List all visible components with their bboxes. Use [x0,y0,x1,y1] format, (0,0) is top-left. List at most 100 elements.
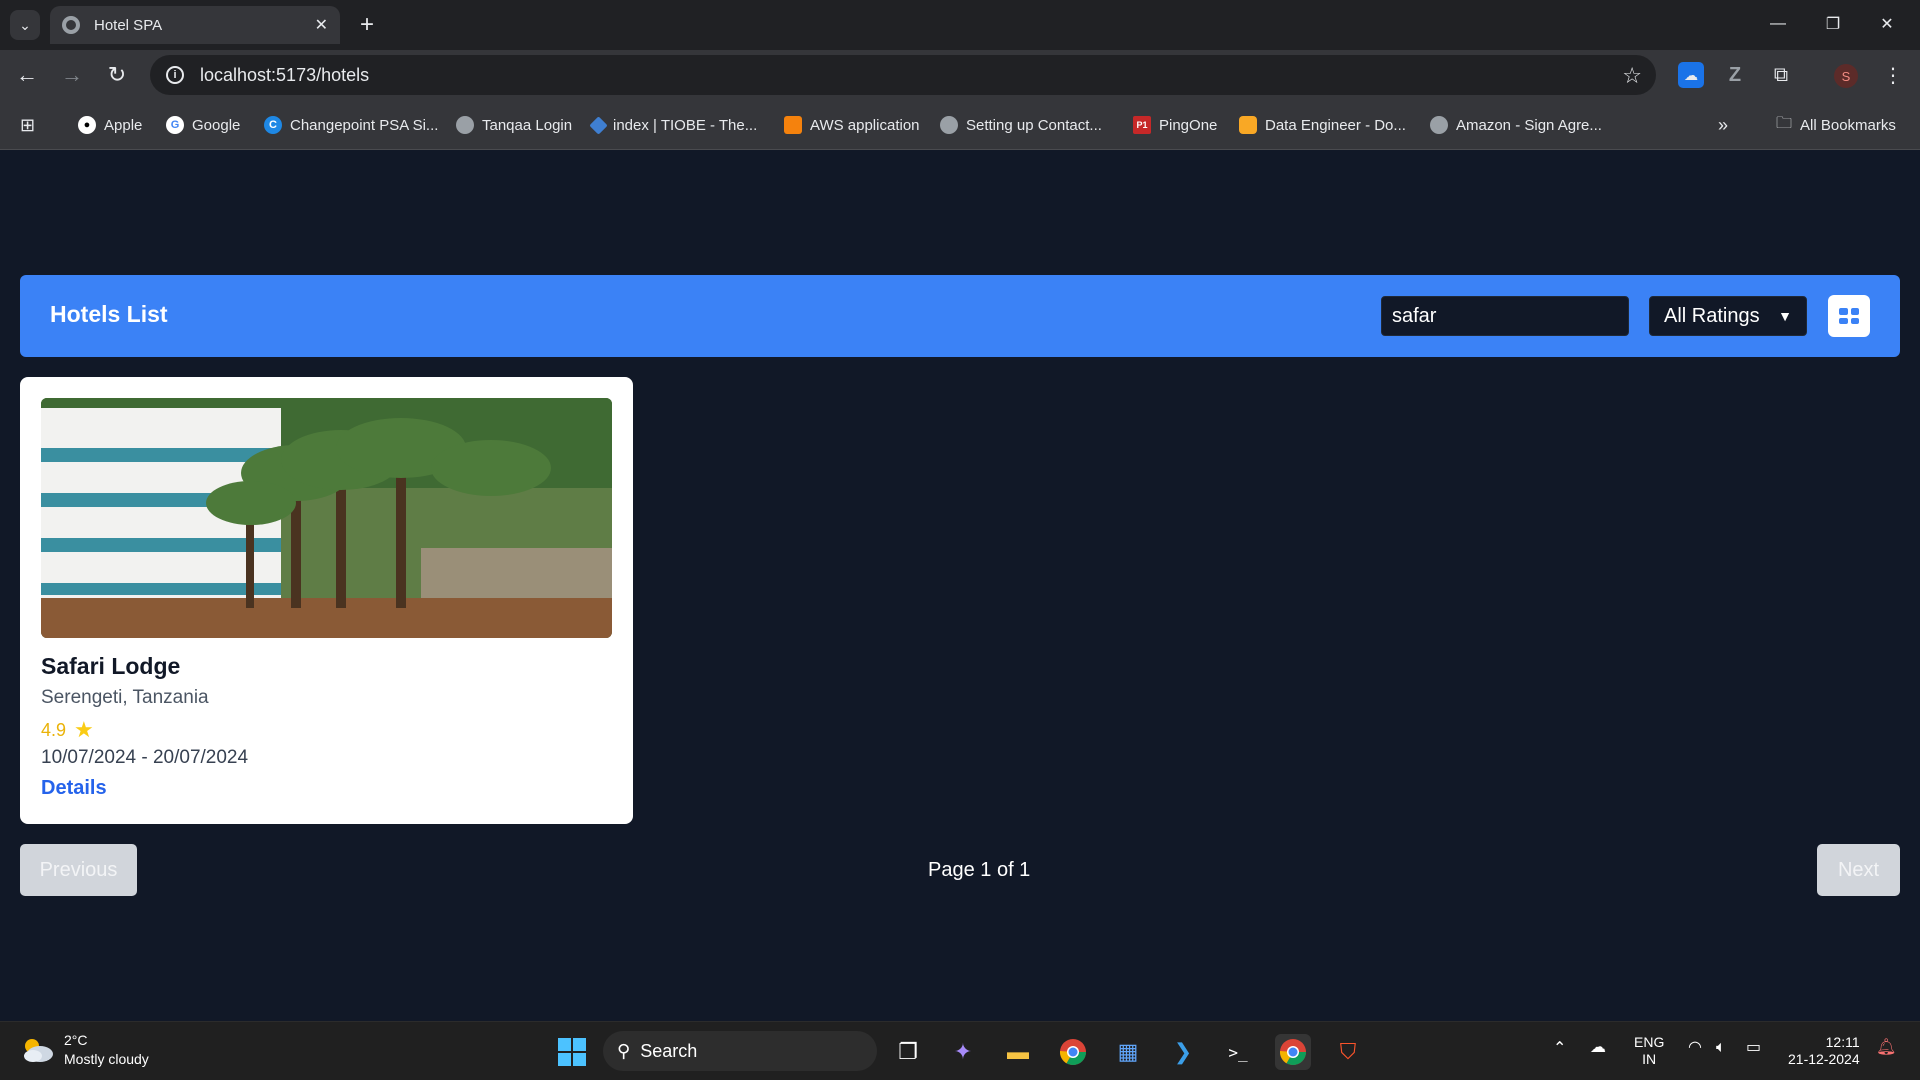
hotel-name: Safari Lodge [41,653,181,679]
search-input[interactable] [1381,296,1629,336]
vscode-icon[interactable]: ❯ [1165,1034,1201,1070]
weather-desc: Mostly cloudy [64,1051,149,1067]
browser-tab-bar: ⌄ Hotel SPA ✕ + — ❐ ✕ [0,0,1920,50]
globe-icon [456,116,474,134]
time: 12:11 [1825,1034,1860,1050]
app-page: Hotels List All Ratings ▼ [0,151,1920,1021]
bookmark-contact[interactable]: Setting up Contact... [940,114,1102,136]
weather-temp: 2°C [64,1032,88,1048]
file-explorer-icon[interactable]: ▬ [1000,1034,1036,1070]
bookmark-label: Data Engineer - Do... [1265,116,1406,134]
site-info-icon[interactable]: i [166,66,184,84]
weather-widget[interactable]: 2°C Mostly cloudy [20,1031,149,1069]
region-code: IN [1642,1051,1657,1067]
address-bar[interactable]: i localhost:5173/hotels ☆ [150,55,1656,95]
url-text: localhost:5173/hotels [200,64,370,85]
bookmarks-bar: ⊞ ● Apple G Google C Changepoint PSA Si... … [0,100,1920,150]
reload-button[interactable]: ↻ [100,60,134,90]
page-info: Page 1 of 1 [928,859,1031,881]
all-bookmarks-folder[interactable]: 🗀 All Bookmarks [1776,114,1896,136]
chevron-down-icon: ▼ [1778,308,1792,324]
taskbar-search[interactable]: ⚲ Search [603,1031,877,1071]
task-view-icon[interactable]: ❐ [890,1034,926,1070]
restore-icon[interactable]: ❐ [1810,8,1856,40]
windows-start-icon[interactable] [554,1034,590,1070]
folder-icon: 🗀 [1776,114,1793,132]
next-button[interactable]: Next [1817,844,1900,896]
pingone-icon: P1 [1133,116,1151,134]
profile-avatar[interactable]: S [1834,64,1858,88]
close-tab-icon[interactable]: ✕ [315,15,328,35]
google-icon: G [166,116,184,134]
language-code: ENG [1634,1034,1665,1050]
bookmark-pingone[interactable]: P1 PingOne [1133,114,1217,136]
microsoft-store-icon[interactable]: ▦ [1110,1034,1146,1070]
more-bookmarks-icon[interactable]: » [1718,114,1728,136]
notification-bell-icon[interactable]: 🔔︎ [1876,1039,1896,1056]
back-button[interactable]: ← [10,60,44,90]
bookmark-label: Setting up Contact... [966,116,1102,134]
battery-icon[interactable]: ▭ [1746,1039,1761,1056]
taskbar-search-label: Search [640,1040,698,1061]
forward-button[interactable]: → [55,60,89,90]
z-extension-icon[interactable]: Z [1722,62,1748,88]
bookmark-label: AWS application [810,116,920,134]
hotel-photo [41,398,612,638]
bookmark-amazon[interactable]: Amazon - Sign Agre... [1430,114,1602,136]
language-indicator[interactable]: ENG IN [1634,1034,1664,1068]
volume-icon[interactable]: 🔈︎ [1716,1039,1726,1056]
bookmark-tanqaa[interactable]: Tanqaa Login [456,114,572,136]
details-link[interactable]: Details [41,777,107,800]
minimize-icon[interactable]: — [1755,8,1801,40]
bookmark-apple[interactable]: ● Apple [78,114,142,136]
rating-filter-select[interactable]: All Ratings ▼ [1649,296,1807,336]
apps-grid-icon[interactable]: ⊞ [20,114,35,136]
browser-tab[interactable]: Hotel SPA ✕ [50,6,340,44]
hotel-card: Safari Lodge Serengeti, Tanzania 4.9 ★ 1… [20,377,633,824]
tab-title: Hotel SPA [94,16,163,34]
partly-cloudy-icon [20,1037,54,1063]
chrome-profile-icon[interactable] [1275,1034,1311,1070]
rating-value: 4.9 [41,719,67,740]
chevron-up-icon[interactable]: ⌃ [1553,1040,1566,1057]
bookmark-label: Apple [104,116,143,134]
date: 21-12-2024 [1788,1051,1860,1067]
bookmark-data-engineer[interactable]: Data Engineer - Do... [1239,114,1406,136]
browser-toolbar: ← → ↻ i localhost:5173/hotels ☆ ☁ Z ⧉ ⋮ [0,50,1920,100]
onedrive-icon[interactable]: ☁ [1590,1039,1606,1056]
windows-taskbar: 2°C Mostly cloudy ⚲ Search ❐ ✦ ▬ ▦ ❯ >_ … [0,1021,1920,1080]
grid-icon [1839,308,1859,324]
hotel-dates: 10/07/2024 - 20/07/2024 [41,747,249,768]
search-icon: ⚲ [617,1040,631,1061]
bookmark-label: PingOne [1159,116,1218,134]
terminal-icon[interactable]: >_ [1220,1034,1256,1070]
bookmark-star-icon[interactable]: ☆ [1622,63,1642,89]
tab-search-dropdown-icon[interactable]: ⌄ [10,10,40,40]
hotel-location: Serengeti, Tanzania [41,687,209,708]
page-title: Hotels List [50,301,168,327]
new-tab-button[interactable]: + [352,10,382,40]
extensions-puzzle-icon[interactable]: ⧉ [1768,62,1794,88]
bookmark-aws[interactable]: AWS application [784,114,920,136]
globe-icon [62,16,80,34]
grid-view-toggle-button[interactable] [1828,295,1870,337]
bookmark-label: Amazon - Sign Agre... [1456,116,1602,134]
cloud-extension-icon[interactable]: ☁ [1678,62,1704,88]
previous-button[interactable]: Previous [20,844,137,896]
browser-menu-icon[interactable]: ⋮ [1880,62,1906,88]
hotel-rating: 4.9 ★ [41,717,94,743]
bookmark-tiobe[interactable]: index | TIOBE - The... [589,114,758,136]
wifi-icon[interactable]: ◠ [1688,1039,1702,1056]
copilot-icon[interactable]: ✦ [945,1034,981,1070]
clock[interactable]: 12:11 21-12-2024 [1788,1034,1860,1068]
tiobe-icon [589,115,608,135]
chrome-icon[interactable] [1055,1034,1091,1070]
bookmark-changepoint[interactable]: C Changepoint PSA Si... [264,114,438,136]
rating-filter-value: All Ratings [1664,304,1760,327]
bookmark-label: index | TIOBE - The... [613,116,758,134]
brave-icon[interactable]: ⛉ [1330,1034,1366,1070]
bookmark-google[interactable]: G Google [166,114,240,136]
close-window-icon[interactable]: ✕ [1864,8,1910,40]
globe-icon [1430,116,1448,134]
bookmark-label: Tanqaa Login [482,116,573,134]
